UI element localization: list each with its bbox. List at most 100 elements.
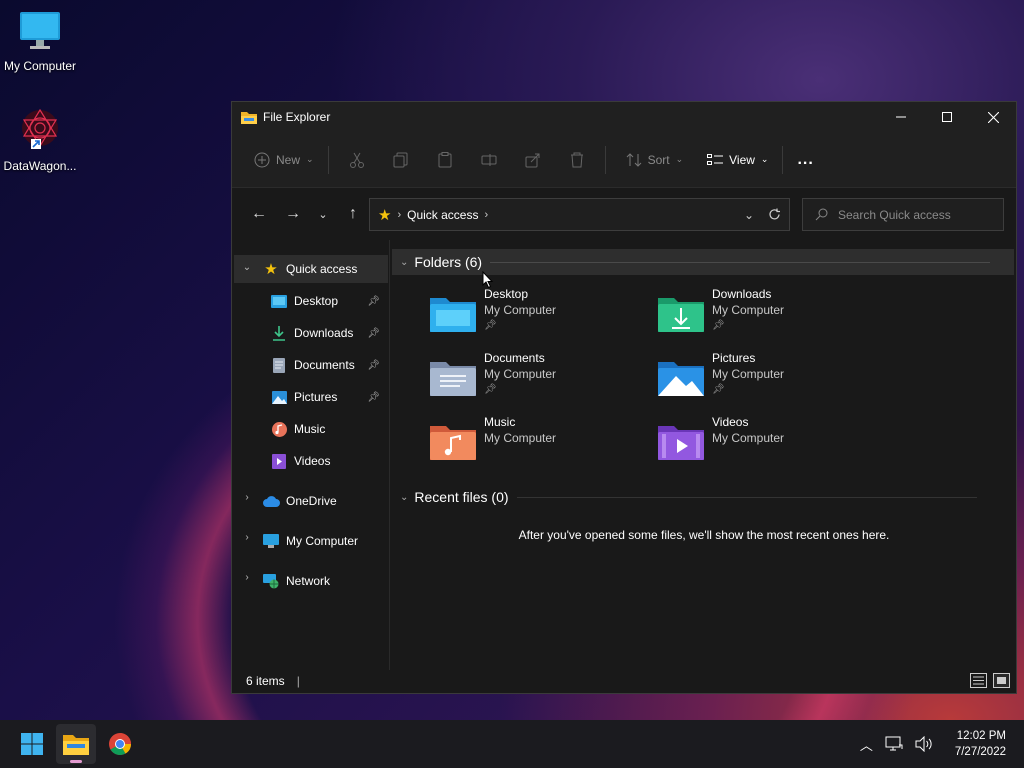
copy-button[interactable] (386, 144, 416, 176)
sort-button[interactable]: Sort ⌄ (618, 144, 692, 176)
cut-button[interactable] (342, 144, 372, 176)
folder-tile-desktop[interactable]: Desktop My Computer 📌︎ (428, 286, 648, 346)
music-folder-icon (430, 426, 476, 460)
videos-folder-icon (658, 426, 704, 460)
forward-button[interactable]: → (278, 199, 308, 229)
desktop-icon-my-computer[interactable]: My Computer (0, 10, 80, 73)
folder-name: Desktop (484, 287, 529, 301)
taskbar-file-explorer[interactable] (56, 724, 96, 764)
sidebar-item-label: Pictures (294, 390, 338, 404)
datawagon-shortcut-icon (22, 108, 58, 149)
details-view-icon (973, 676, 984, 685)
recent-files-group-header[interactable]: ⌄ Recent files (0) (392, 484, 1014, 510)
sidebar-item-label: Downloads (294, 326, 354, 340)
cloud-icon (262, 492, 280, 510)
sidebar-item-music[interactable]: Music (270, 415, 388, 443)
sidebar-item-pictures[interactable]: Pictures 📌︎ (270, 383, 388, 411)
folder-tile-videos[interactable]: Videos My Computer (656, 414, 876, 474)
sidebar-item-downloads[interactable]: Downloads 📌︎ (270, 319, 388, 347)
system-tray: ︿ 12:02 PM 7/27/2022 (860, 728, 1024, 760)
pin-icon: 📌︎ (712, 384, 725, 395)
clock[interactable]: 12:02 PM 7/27/2022 (955, 728, 1006, 760)
refresh-icon[interactable] (768, 208, 781, 221)
file-explorer-icon (63, 735, 89, 755)
back-button[interactable]: ← (244, 199, 274, 229)
folder-tile-documents[interactable]: Documents My Computer 📌︎ (428, 350, 648, 410)
document-icon (270, 356, 288, 374)
sidebar-item-onedrive[interactable]: OneDrive (262, 487, 388, 515)
rename-icon (481, 153, 497, 166)
maximize-icon (942, 112, 952, 122)
chevron-down-icon: ⌄ (760, 154, 769, 164)
tiles-view-button[interactable] (993, 673, 1010, 688)
folder-tile-downloads[interactable]: Downloads My Computer 📌︎ (656, 286, 876, 346)
chevron-down-icon: ⌄ (400, 256, 409, 268)
paste-button[interactable] (430, 144, 460, 176)
chevron-right-icon[interactable]: › (240, 532, 254, 543)
rename-button[interactable] (474, 144, 504, 176)
new-button[interactable]: New ⌄ (246, 144, 322, 176)
view-icon (707, 153, 724, 165)
folder-tile-music[interactable]: Music My Computer (428, 414, 648, 474)
window-title: File Explorer (263, 110, 331, 124)
folder-location: My Computer (484, 367, 557, 381)
toolbar-divider (604, 145, 606, 174)
copy-icon (393, 152, 408, 167)
close-button[interactable] (970, 102, 1016, 132)
sidebar-item-my-computer[interactable]: My Computer (262, 527, 388, 555)
chevron-down-icon[interactable]: ⌄ (240, 262, 254, 273)
details-view-button[interactable] (970, 673, 987, 688)
group-divider (490, 261, 991, 263)
maximize-button[interactable] (924, 102, 970, 132)
address-bar[interactable]: ★ › Quick access › ⌄ (369, 198, 790, 231)
breadcrumb[interactable]: Quick access (407, 208, 478, 222)
view-button[interactable]: View ⌄ (699, 144, 776, 176)
folder-tile-pictures[interactable]: Pictures My Computer 📌︎ (656, 350, 876, 410)
chevron-right-icon[interactable]: › (240, 572, 254, 583)
volume-icon[interactable] (915, 736, 933, 752)
folder-name: Pictures (712, 351, 756, 365)
sidebar-item-network[interactable]: Network (262, 567, 388, 595)
pin-icon: 📌︎ (712, 320, 725, 331)
folder-name: Videos (712, 415, 749, 429)
share-button[interactable] (518, 144, 548, 176)
search-box[interactable] (802, 198, 1004, 231)
address-history-button[interactable]: ⌄ (744, 208, 754, 222)
show-hidden-icons-button[interactable]: ︿ (860, 735, 873, 754)
plus-circle-icon (254, 152, 270, 167)
start-button[interactable] (12, 724, 52, 764)
folders-group-label: Folders (6) (414, 254, 483, 270)
recent-locations-button[interactable]: ⌄ (308, 199, 338, 229)
pictures-folder-icon (658, 362, 704, 396)
command-bar: New ⌄ Sort ⌄ View ⌄ ... (232, 132, 1016, 188)
taskbar-chrome[interactable] (100, 724, 140, 764)
chevron-right-icon[interactable]: › (240, 492, 254, 503)
pin-icon: 📌︎ (367, 295, 380, 307)
up-button[interactable]: ↑ (338, 199, 368, 229)
network-status-icon[interactable] (885, 736, 903, 752)
sidebar-item-quick-access[interactable]: ★ Quick access (262, 255, 388, 283)
desktop-icon-label: My Computer (3, 59, 77, 73)
folder-name: Music (484, 415, 516, 429)
more-label: ... (797, 150, 814, 168)
more-options-button[interactable]: ... (789, 144, 821, 176)
pin-icon: 📌︎ (367, 391, 380, 403)
delete-button[interactable] (562, 144, 592, 176)
documents-folder-icon (430, 362, 476, 396)
folder-location: My Computer (712, 367, 785, 381)
minimize-button[interactable] (878, 102, 924, 132)
pictures-icon (270, 388, 288, 406)
desktop-icon-datawagon[interactable]: DataWagon... (0, 106, 80, 173)
search-input[interactable] (838, 207, 988, 222)
sidebar-item-desktop[interactable]: Desktop 📌︎ (270, 287, 388, 315)
sidebar-item-videos[interactable]: Videos (270, 447, 388, 475)
clock-date: 7/27/2022 (954, 746, 1006, 758)
sidebar-item-label: Music (294, 422, 326, 436)
star-icon: ★ (264, 261, 278, 278)
title-bar[interactable]: File Explorer (232, 102, 1016, 132)
folder-app-icon (241, 112, 257, 124)
chevron-down-icon: ⌄ (318, 208, 328, 221)
sidebar-item-documents[interactable]: Documents 📌︎ (270, 351, 388, 379)
chrome-icon (109, 733, 131, 755)
arrow-right-icon: → (285, 205, 301, 222)
